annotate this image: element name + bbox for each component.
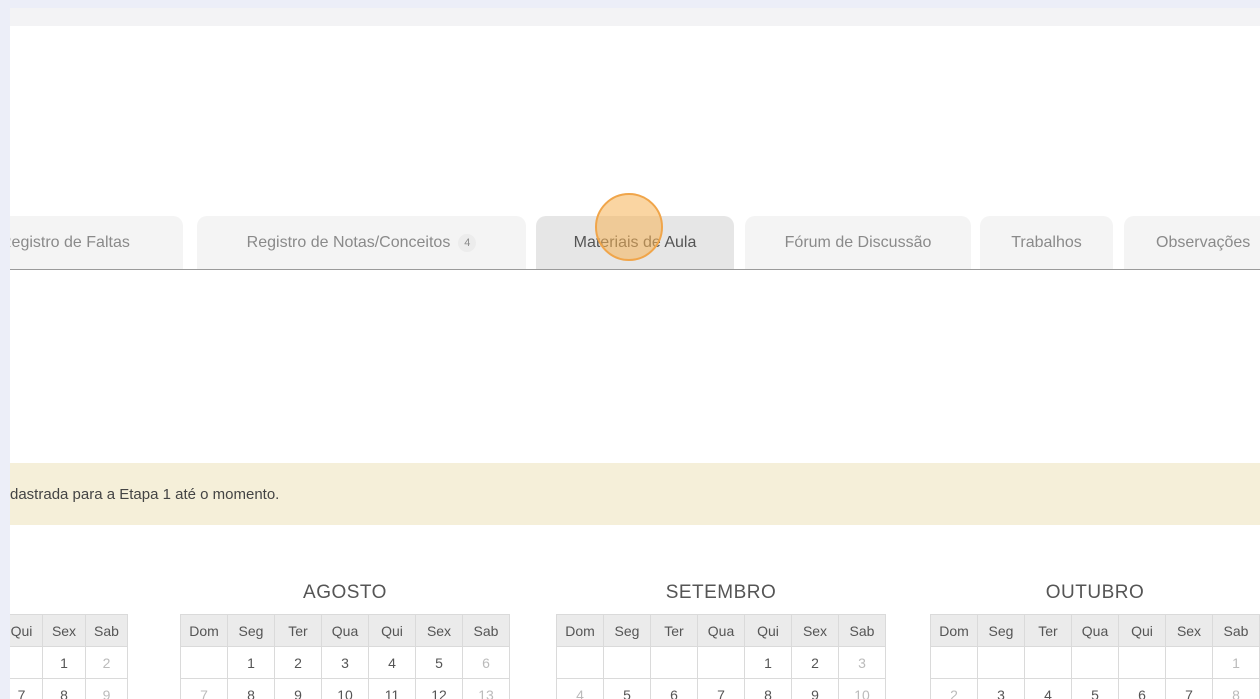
day-header: Qua	[1071, 614, 1119, 647]
day-header: Sab	[1212, 614, 1260, 647]
day-header: Sex	[791, 614, 839, 647]
day-cell	[1165, 646, 1213, 679]
day-cell	[650, 646, 698, 679]
day-header: Dom	[930, 614, 978, 647]
day-cell: 7	[10, 678, 43, 699]
day-header: Sex	[42, 614, 86, 647]
day-cell: 2	[274, 646, 322, 679]
day-header: Seg	[977, 614, 1025, 647]
day-header: Qui	[10, 614, 43, 647]
tab-registro-de-faltas[interactable]: Registro de Faltas	[10, 216, 183, 269]
day-cell	[603, 646, 651, 679]
day-header: Qui	[1118, 614, 1166, 647]
day-header: Dom	[180, 614, 228, 647]
day-header: Qua	[697, 614, 745, 647]
tab-label: Fórum de Discussão	[784, 233, 932, 251]
day-cell: 7	[697, 678, 745, 699]
tab-observacoes[interactable]: Observações	[1124, 216, 1260, 269]
tab-label: Registro de Faltas	[10, 233, 130, 251]
day-cell	[930, 646, 978, 679]
count-badge: 4	[458, 233, 477, 252]
calendar-outubro: Dom Seg Ter Qua Qui Sex Sab 1 2 3 4 5 6 …	[930, 614, 1260, 699]
info-notice: dastrada para a Etapa 1 até o momento.	[10, 463, 1260, 525]
day-cell: 11	[368, 678, 416, 699]
day-cell: 13	[462, 678, 510, 699]
day-cell: 7	[180, 678, 228, 699]
day-header: Sab	[838, 614, 886, 647]
day-header: Seg	[227, 614, 275, 647]
day-header: Ter	[274, 614, 322, 647]
day-header: Dom	[556, 614, 604, 647]
click-indicator	[595, 193, 663, 261]
day-cell: 1	[227, 646, 275, 679]
day-cell: 12	[415, 678, 463, 699]
day-cell: 6	[650, 678, 698, 699]
day-header: Sex	[415, 614, 463, 647]
day-cell: 5	[603, 678, 651, 699]
day-cell: 10	[321, 678, 369, 699]
day-header: Sab	[85, 614, 128, 647]
day-cell: 2	[85, 646, 128, 679]
day-cell	[180, 646, 228, 679]
day-cell: 6	[1118, 678, 1166, 699]
day-header: Qui	[744, 614, 792, 647]
month-title-outubro: OUTUBRO	[1045, 582, 1145, 603]
day-cell: 4	[1024, 678, 1072, 699]
day-cell: 9	[274, 678, 322, 699]
day-cell: 1	[42, 646, 86, 679]
day-cell: 1	[1212, 646, 1260, 679]
day-header: Seg	[603, 614, 651, 647]
day-cell: 3	[838, 646, 886, 679]
tab-registro-de-notas[interactable]: Registro de Notas/Conceitos 4	[197, 216, 526, 269]
calendar-partial: Qui Sex Sab 1 2 7 8 9	[10, 614, 128, 699]
tab-label: Registro de Notas/Conceitos	[246, 233, 451, 251]
day-cell	[697, 646, 745, 679]
tab-label: Trabalhos	[1011, 233, 1082, 251]
day-header: Ter	[650, 614, 698, 647]
month-title-agosto: AGOSTO	[303, 582, 387, 603]
day-cell: 2	[791, 646, 839, 679]
day-cell: 5	[1071, 678, 1119, 699]
day-cell: 1	[744, 646, 792, 679]
day-cell: 5	[415, 646, 463, 679]
day-header: Sab	[462, 614, 510, 647]
notice-text: dastrada para a Etapa 1 até o momento.	[10, 485, 280, 503]
day-cell	[1118, 646, 1166, 679]
calendar-setembro: Dom Seg Ter Qua Qui Sex Sab 1 2 3 4 5 6 …	[556, 614, 886, 699]
tab-label: Observações	[1156, 233, 1251, 251]
day-cell	[977, 646, 1025, 679]
day-cell: 8	[744, 678, 792, 699]
day-header: Qua	[321, 614, 369, 647]
tab-trabalhos[interactable]: Trabalhos	[980, 216, 1113, 269]
page-content: Registro de Faltas Registro de Notas/Con…	[10, 26, 1260, 699]
day-cell: 4	[556, 678, 604, 699]
day-cell: 2	[930, 678, 978, 699]
day-header: Qui	[368, 614, 416, 647]
day-cell	[10, 646, 43, 679]
day-cell: 3	[321, 646, 369, 679]
day-cell: 8	[1212, 678, 1260, 699]
day-cell: 4	[368, 646, 416, 679]
top-strip	[10, 8, 1260, 26]
month-title-setembro: SETEMBRO	[665, 582, 777, 603]
day-cell: 10	[838, 678, 886, 699]
calendar-agosto: Dom Seg Ter Qua Qui Sex Sab 1 2 3 4 5 6 …	[180, 614, 510, 699]
day-header: Ter	[1024, 614, 1072, 647]
day-cell: 9	[791, 678, 839, 699]
day-cell: 3	[977, 678, 1025, 699]
day-cell: 8	[42, 678, 86, 699]
day-cell	[556, 646, 604, 679]
day-header: Sex	[1165, 614, 1213, 647]
tab-divider	[10, 269, 1260, 270]
day-cell: 6	[462, 646, 510, 679]
day-cell	[1071, 646, 1119, 679]
tab-forum-de-discussao[interactable]: Fórum de Discussão	[745, 216, 971, 269]
day-cell: 7	[1165, 678, 1213, 699]
day-cell: 8	[227, 678, 275, 699]
day-cell	[1024, 646, 1072, 679]
day-cell: 9	[85, 678, 128, 699]
